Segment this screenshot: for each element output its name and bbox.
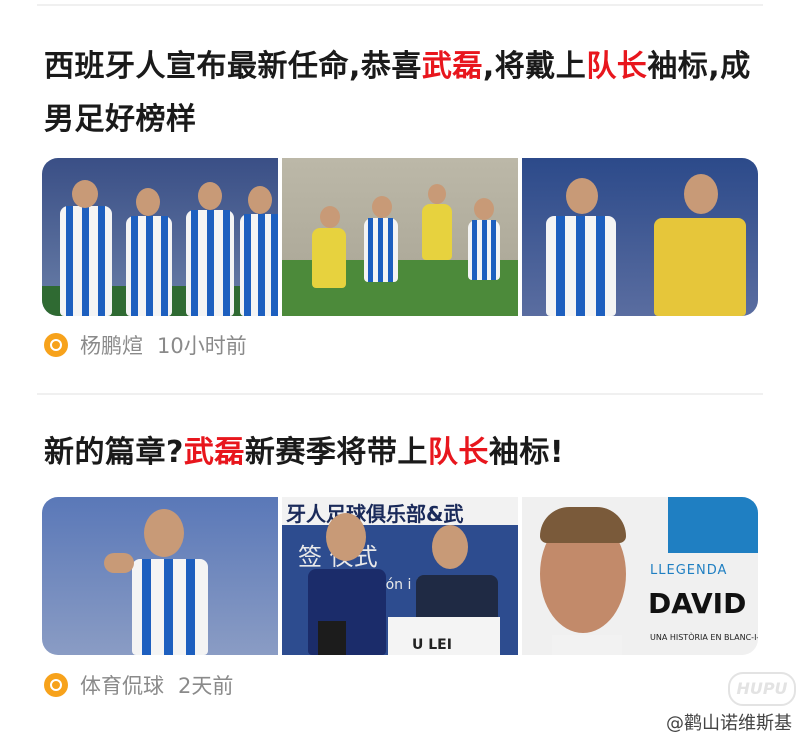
author-watermark: @鹳山诺维斯基 xyxy=(666,713,792,734)
legend-poster-photo[interactable]: LLEGENDA DAVID LÓ UNA HISTÒRIA EN BLANC-… xyxy=(522,497,758,655)
shirt-text: U LEI xyxy=(412,637,452,653)
source-logo-icon xyxy=(44,333,68,357)
player-applause-photo[interactable] xyxy=(42,497,278,655)
players-lineup-photo[interactable] xyxy=(42,158,278,316)
article-1-time: 10小时前 xyxy=(157,334,247,358)
top-divider xyxy=(37,4,763,6)
article-1-source: 杨鹏煊 xyxy=(80,334,143,358)
article-1-thumbnails[interactable] xyxy=(42,158,758,316)
ceremony-banner-text: 牙人足球俱乐部&武 xyxy=(286,502,464,526)
source-logo-icon xyxy=(44,673,68,697)
player-reaction-photo[interactable] xyxy=(522,158,758,316)
hupu-logo-watermark: HUPU xyxy=(728,672,796,706)
poster-sub: UNA HISTÒRIA EN BLANC-I-BLAU xyxy=(650,633,758,642)
article-1-meta: 杨鹏煊 10小时前 xyxy=(44,330,247,360)
poster-tag: LLEGENDA xyxy=(650,563,728,578)
article-2-thumbnails[interactable]: 牙人足球俱乐部&武 签 仪式 ción i EK U LEI LLEGENDA … xyxy=(42,497,758,655)
signing-ceremony-photo[interactable]: 牙人足球俱乐部&武 签 仪式 ción i EK U LEI xyxy=(282,497,518,655)
article-divider xyxy=(37,393,763,395)
article-2-meta: 体育侃球 2天前 xyxy=(44,670,233,700)
poster-name: DAVID LÓ xyxy=(648,587,758,620)
article-title-2[interactable]: 新的篇章?武磊新赛季将带上队长袖标! xyxy=(44,426,764,479)
article-2-source: 体育侃球 xyxy=(80,674,164,698)
article-title-1[interactable]: 西班牙人宣布最新任命,恭喜武磊,将戴上队长袖标,成男足好榜样 xyxy=(44,40,764,146)
article-2-time: 2天前 xyxy=(178,674,234,698)
match-action-photo[interactable] xyxy=(282,158,518,316)
